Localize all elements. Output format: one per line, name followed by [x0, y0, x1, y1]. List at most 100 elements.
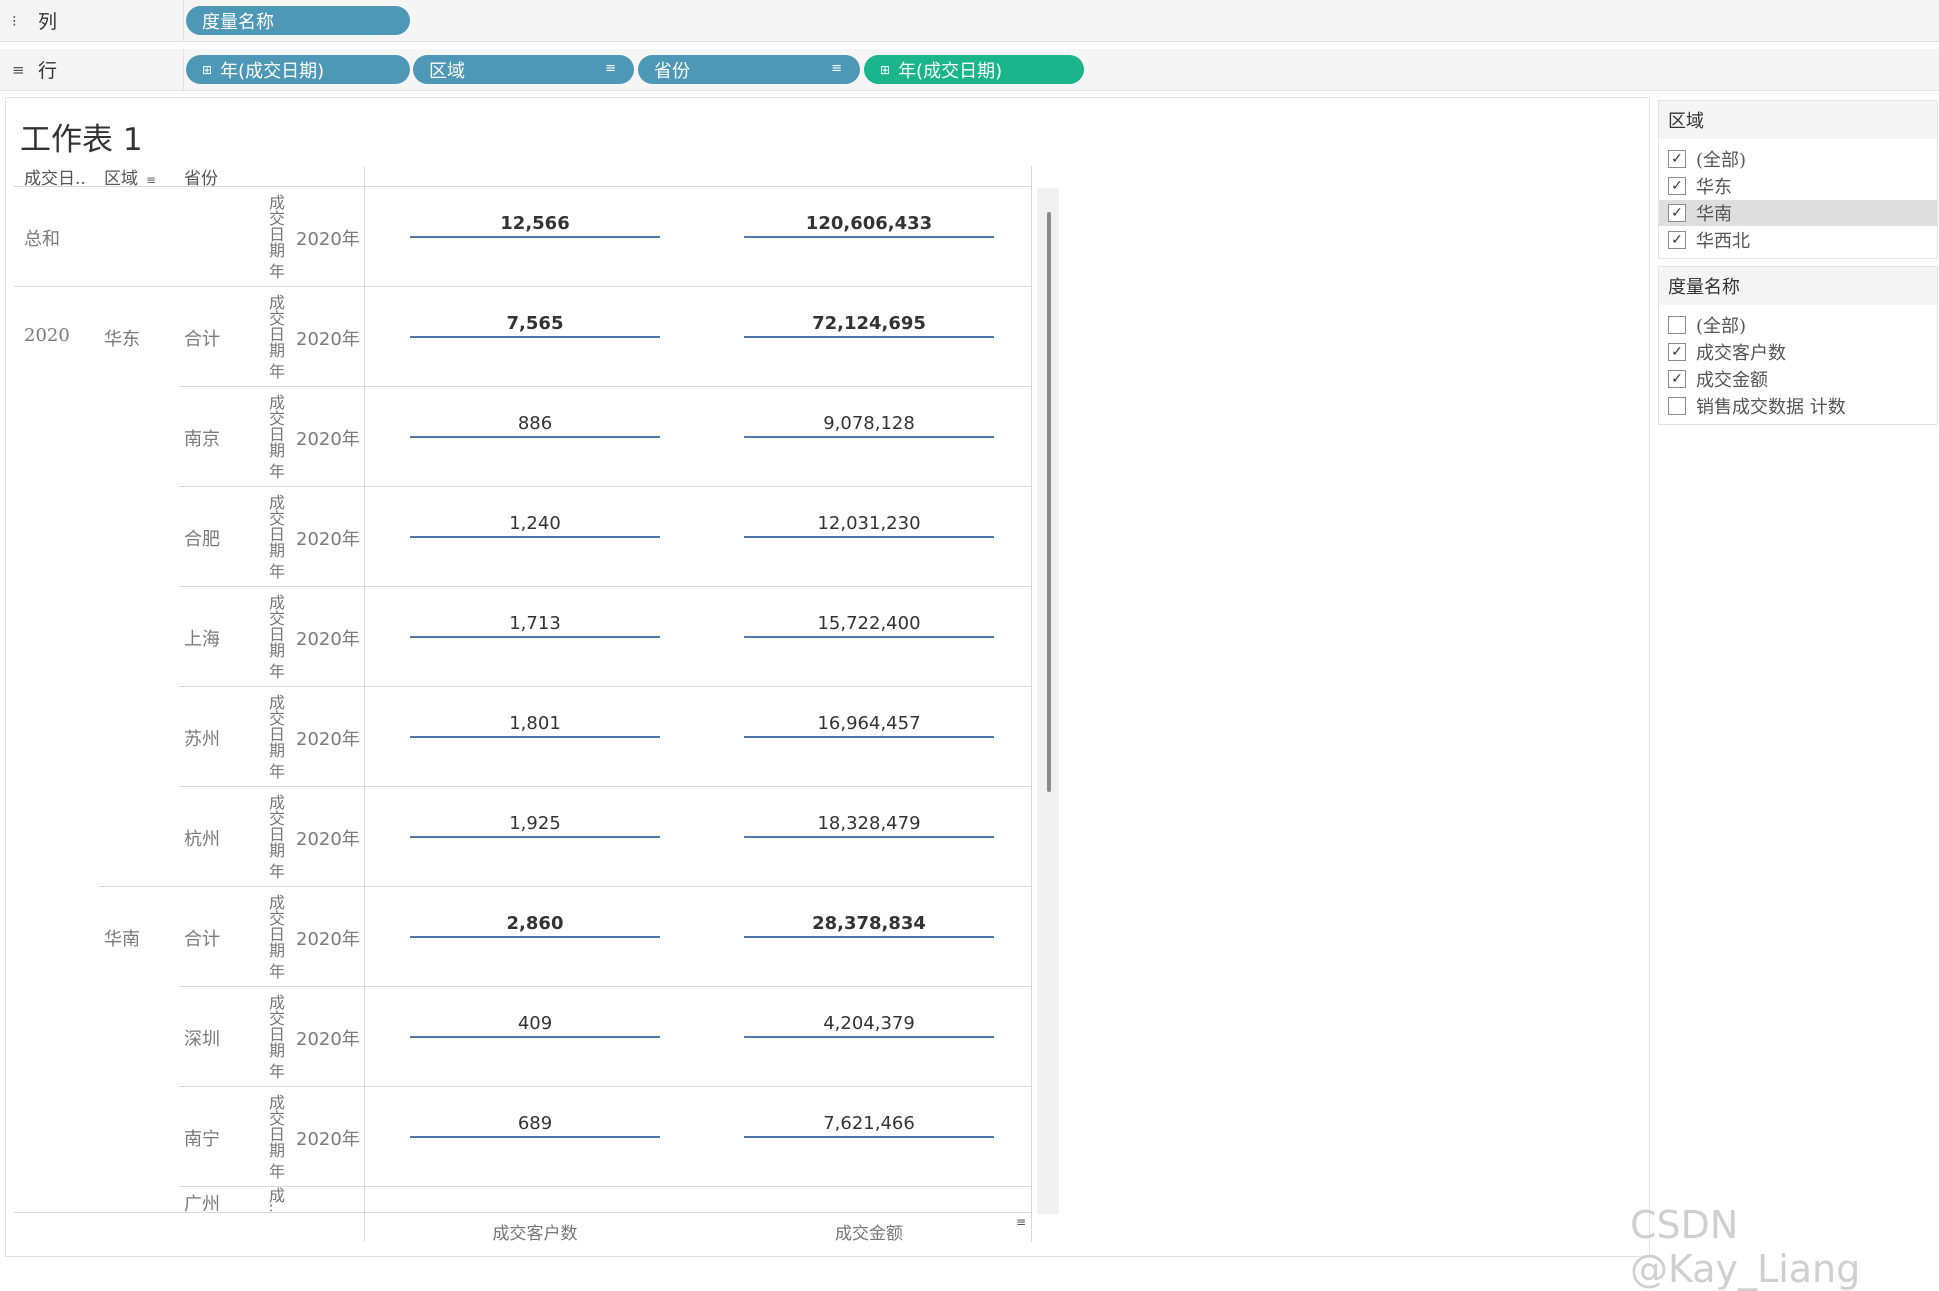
year-date-pill-2[interactable]: ⊞ 年(成交日期)	[864, 55, 1084, 84]
date-axis-label: 成交日期 年	[267, 593, 285, 680]
province-cell[interactable]: 合肥	[184, 525, 220, 551]
customers-line-mark[interactable]	[410, 436, 660, 438]
amount-value[interactable]: 12,031,230	[744, 513, 994, 534]
customers-value[interactable]: 886	[410, 413, 660, 434]
amount-value[interactable]: 7,621,466	[744, 1113, 994, 1134]
measure-filter-option[interactable]: ✓ 成交客户数	[1659, 339, 1937, 365]
row-divider	[179, 486, 1032, 487]
customers-value[interactable]: 1,925	[410, 813, 660, 834]
customers-line-mark[interactable]	[410, 536, 660, 538]
province-cell[interactable]: 南京	[184, 425, 220, 451]
customers-line-mark[interactable]	[410, 736, 660, 738]
unchecked-checkbox-icon[interactable]	[1668, 316, 1686, 334]
checked-checkbox-icon[interactable]: ✓	[1668, 231, 1686, 249]
year-label: 2020年	[296, 929, 360, 950]
amount-line-mark[interactable]	[744, 936, 994, 938]
year-label: 2020年	[296, 429, 360, 450]
measure-filter-option[interactable]: ✓ 成交金额	[1659, 366, 1937, 392]
region-option-label: 华东	[1696, 177, 1732, 198]
amount-line-mark[interactable]	[744, 1036, 994, 1038]
sort-icon: ≡	[146, 173, 157, 187]
checked-checkbox-icon[interactable]: ✓	[1668, 177, 1686, 195]
year-label: 2020年	[296, 1029, 360, 1050]
date-axis-label: 成交日期 年	[267, 493, 285, 580]
customers-line-mark[interactable]	[410, 1136, 660, 1138]
amount-line-mark[interactable]	[744, 736, 994, 738]
customers-line-mark[interactable]	[410, 936, 660, 938]
row-divider	[14, 1212, 1032, 1213]
footer-amount[interactable]: 成交金额	[744, 1219, 994, 1244]
amount-value[interactable]: 16,964,457	[744, 713, 994, 734]
unchecked-checkbox-icon[interactable]	[1668, 397, 1686, 415]
customers-value[interactable]: 1,240	[410, 513, 660, 534]
amount-line-mark[interactable]	[744, 436, 994, 438]
year-label: 2020年	[296, 829, 360, 850]
province-cell[interactable]: 上海	[184, 625, 220, 651]
checked-checkbox-icon[interactable]: ✓	[1668, 150, 1686, 168]
amount-line-mark[interactable]	[744, 536, 994, 538]
customers-value[interactable]: 7,565	[410, 313, 660, 334]
amount-value[interactable]: 28,378,834	[744, 913, 994, 934]
region-pill[interactable]: 区域 ≡	[413, 55, 634, 84]
region-filter-option[interactable]: ✓ 华东	[1659, 173, 1937, 199]
customers-line-mark[interactable]	[410, 836, 660, 838]
customers-value[interactable]: 1,801	[410, 713, 660, 734]
measure-filter-option[interactable]: (全部)	[1659, 312, 1937, 338]
date-axis-label: 成...	[267, 1187, 285, 1211]
sort-icon[interactable]: ≡	[1016, 1215, 1026, 1229]
measure-option-label: (全部)	[1696, 316, 1747, 337]
plus-icon: ⊞	[202, 62, 213, 77]
amount-line-mark[interactable]	[744, 1136, 994, 1138]
region-filter-option[interactable]: ✓ (全部)	[1659, 146, 1937, 172]
measure-option-label: 销售成交数据 计数	[1696, 397, 1846, 418]
pill-label: 度量名称	[202, 11, 274, 33]
customers-value[interactable]: 12,566	[410, 213, 660, 234]
province-cell[interactable]: 合计	[184, 325, 220, 351]
amount-value[interactable]: 18,328,479	[744, 813, 994, 834]
measure-names-pill[interactable]: 度量名称	[186, 6, 410, 35]
amount-value[interactable]: 15,722,400	[744, 613, 994, 634]
region-filter-title: 区域	[1659, 101, 1937, 139]
customers-line-mark[interactable]	[410, 1036, 660, 1038]
customers-value[interactable]: 409	[410, 1013, 660, 1034]
customers-value[interactable]: 689	[410, 1113, 660, 1134]
customers-line-mark[interactable]	[410, 636, 660, 638]
columns-label: 列	[38, 11, 58, 33]
province-cell[interactable]: 苏州	[184, 725, 220, 751]
amount-line-mark[interactable]	[744, 236, 994, 238]
footer-customers[interactable]: 成交客户数	[410, 1219, 660, 1244]
province-cell[interactable]: 南宁	[184, 1125, 220, 1151]
customers-value[interactable]: 2,860	[410, 913, 660, 934]
region-cell[interactable]: 华南	[104, 925, 140, 951]
checked-checkbox-icon[interactable]: ✓	[1668, 343, 1686, 361]
date-axis-label: 成交日期 年	[267, 693, 285, 780]
column-divider	[1031, 166, 1032, 1242]
region-filter-option[interactable]: ✓ 华南	[1659, 200, 1937, 226]
amount-line-mark[interactable]	[744, 836, 994, 838]
amount-value[interactable]: 9,078,128	[744, 413, 994, 434]
province-cell[interactable]: 深圳	[184, 1025, 220, 1051]
year-date-pill[interactable]: ⊞ 年(成交日期)	[186, 55, 410, 84]
region-filter-option[interactable]: ✓ 华西北	[1659, 227, 1937, 253]
customers-value[interactable]: 1,713	[410, 613, 660, 634]
measure-filter-option[interactable]: 销售成交数据 计数	[1659, 393, 1937, 419]
scrollbar-thumb[interactable]	[1047, 212, 1051, 792]
amount-line-mark[interactable]	[744, 336, 994, 338]
customers-line-mark[interactable]	[410, 336, 660, 338]
province-cell[interactable]: 杭州	[184, 825, 220, 851]
province-cell[interactable]: 合计	[184, 925, 220, 951]
amount-value[interactable]: 72,124,695	[744, 313, 994, 334]
year-label: 2020年	[296, 1129, 360, 1150]
region-cell[interactable]: 华东	[104, 325, 140, 351]
region-option-label: (全部)	[1696, 150, 1747, 171]
province-cell[interactable]: 总和	[24, 225, 60, 251]
amount-value[interactable]: 120,606,433	[744, 213, 994, 234]
customers-line-mark[interactable]	[410, 236, 660, 238]
amount-value[interactable]: 4,204,379	[744, 1013, 994, 1034]
checked-checkbox-icon[interactable]: ✓	[1668, 204, 1686, 222]
checked-checkbox-icon[interactable]: ✓	[1668, 370, 1686, 388]
year-label: 2020年	[296, 329, 360, 350]
rows-shelf: ≡ 行 ⊞ 年(成交日期) 区域 ≡ 省份 ≡ ⊞ 年(成交日期)	[0, 49, 1939, 91]
amount-line-mark[interactable]	[744, 636, 994, 638]
province-pill[interactable]: 省份 ≡	[638, 55, 860, 84]
